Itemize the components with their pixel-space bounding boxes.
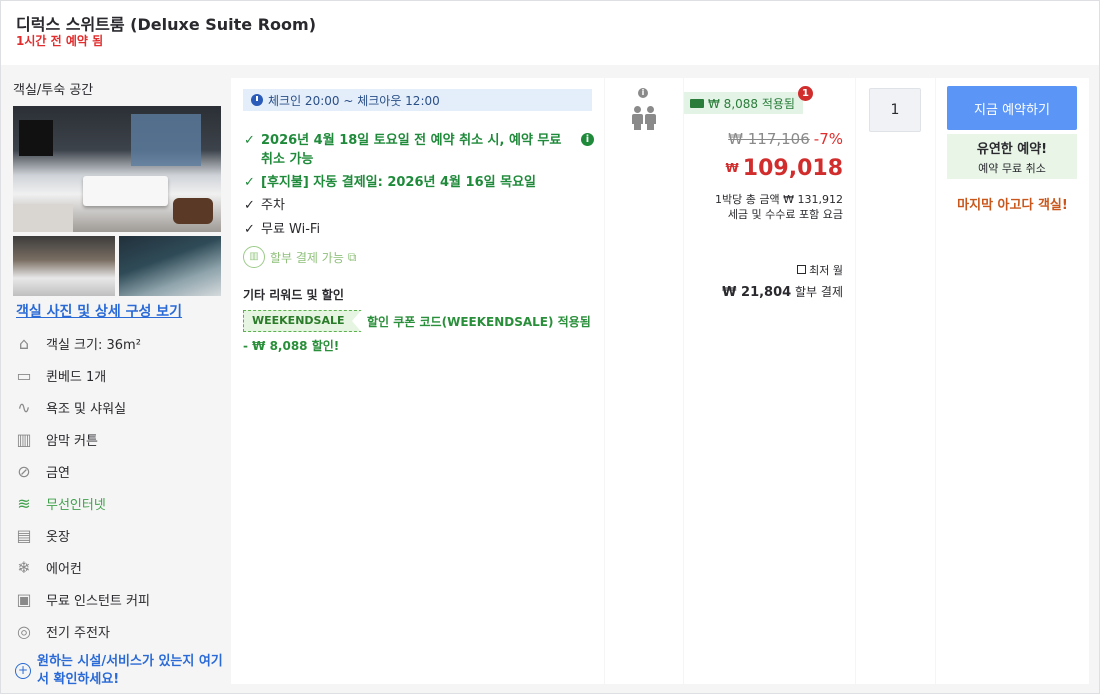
amenity-wifi: ≋ 무선인터넷 — [13, 491, 223, 515]
blackout-curtain-icon: ▥ — [16, 429, 32, 449]
coupon-tag: WEEKENDSALE — [243, 310, 362, 332]
check-icon: ✓ — [244, 175, 255, 190]
wardrobe-icon: ▤ — [16, 525, 32, 545]
quantity-cell: 1 — [856, 78, 935, 684]
current-price: ₩109,018 — [725, 156, 843, 181]
amenity-curtain: ▥ 암막 커튼 — [13, 427, 223, 451]
shower-icon: ∿ — [17, 397, 31, 417]
external-link-icon — [797, 265, 807, 274]
ticket-icon — [690, 98, 704, 108]
discount-amount: - ₩ 8,088 할인! — [243, 339, 340, 353]
book-now-button[interactable]: 지금 예약하기 — [947, 86, 1077, 130]
amenity-bed: ▭ 퀸베드 1개 — [13, 363, 223, 387]
feature-free-cancel: ✓ 2026년 4월 18일 토요일 전 예약 취소 시, 예약 무료 취소 가… — [244, 131, 594, 169]
person-icon — [632, 106, 643, 130]
booking-cell: 지금 예약하기 유연한 예약! 예약 무료 취소 마지막 아고다 객실! — [936, 78, 1089, 684]
price-per-night: 1박당 총 금액 ₩ 131,912 — [715, 193, 843, 206]
room-quantity-select[interactable]: 1 — [869, 88, 921, 132]
count-badge: 1 — [797, 86, 813, 101]
feature-parking: ✓ 주차 — [244, 198, 285, 213]
original-price: ₩ 117,106 -7% — [728, 130, 843, 148]
clock-icon — [251, 94, 263, 106]
feature-pay-later: ✓ [후지불] 자동 결제일: 2026년 4월 16일 목요일 — [244, 175, 536, 190]
discount-applied-badge[interactable]: ₩ 8,088 적용됨 1 — [684, 86, 813, 114]
room-size-icon: ⌂ — [18, 333, 30, 353]
feature-wifi: ✓ 무료 Wi-Fi — [244, 222, 321, 237]
coffee-maker-icon: ▣ — [16, 589, 32, 609]
info-icon[interactable]: i — [581, 133, 594, 146]
check-icon: ✓ — [244, 133, 255, 148]
amenity-shower: ∿ 욕조 및 샤워실 — [13, 395, 223, 419]
room-features-cell: 체크인 20:00 ~ 체크아웃 12:00 ✓ 2026년 4월 18일 토요… — [231, 78, 604, 684]
person-icon — [645, 106, 656, 130]
installment-icon: ▥ — [243, 246, 265, 268]
amenity-coffee: ▣ 무료 인스턴트 커피 — [13, 587, 223, 611]
last-room-notice: 마지막 아고다 객실! — [957, 198, 1068, 213]
amenity-aircon: ❄ 에어컨 — [13, 555, 223, 579]
info-icon[interactable]: i — [638, 88, 648, 98]
recent-booking-notice: 1시간 전 예약 됨 — [16, 34, 104, 48]
room-photos-link[interactable]: 객실 사진 및 상세 구성 보기 — [16, 301, 182, 321]
section-title: 객실/투숙 공간 — [13, 83, 94, 98]
plus-circle-icon: + — [15, 663, 31, 679]
room-photo-main[interactable] — [13, 106, 221, 232]
no-smoking-icon: ⊘ — [17, 461, 31, 481]
wifi-icon: ≋ — [17, 493, 31, 513]
room-photo-thumb[interactable] — [119, 236, 221, 296]
rewards-title: 기타 리워드 및 할인 — [243, 288, 344, 302]
room-header: 디럭스 스위트룸 (Deluxe Suite Room) 1시간 전 예약 됨 — [1, 1, 1099, 65]
price-cell: ₩ 8,088 적용됨 1 ₩ 117,106 -7% ₩109,018 1박당 … — [684, 78, 855, 684]
checkin-banner: 체크인 20:00 ~ 체크아웃 12:00 — [243, 89, 592, 111]
amenity-room-size: ⌂ 객실 크기: 36m² — [13, 331, 223, 355]
occupancy-cell: i — [605, 78, 683, 684]
check-icon: ✓ — [244, 198, 255, 213]
installment-option[interactable]: ▥ 할부 결제 가능 ⧉ — [243, 246, 356, 268]
amenity-kettle: ◎ 전기 주전자 — [13, 619, 223, 643]
flexible-booking-box: 유연한 예약! 예약 무료 취소 — [947, 134, 1077, 179]
installment-price: ₩ 21,804 할부 결제 — [722, 285, 843, 300]
coupon-applied-text: 할인 쿠폰 코드(WEEKENDSALE) 적용됨 — [367, 315, 591, 329]
min-monthly: 최저 월 — [797, 262, 843, 278]
amenity-wardrobe: ▤ 옷장 — [13, 523, 223, 547]
air-conditioner-icon: ❄ — [17, 557, 31, 577]
bed-icon: ▭ — [16, 365, 32, 385]
external-link-icon: ⧉ — [347, 249, 357, 264]
amenity-no-smoking: ⊘ 금연 — [13, 459, 223, 483]
room-photo-thumb[interactable] — [13, 236, 115, 296]
ev-charger-icon: ◎ — [17, 621, 31, 641]
room-info-column: 객실/투숙 공간 객실 사진 및 상세 구성 보기 ⌂ 객실 크기: 36m² … — [1, 65, 230, 693]
amenity-search-link[interactable]: + 원하는 시설/서비스가 있는지 여기서 확인하세요! — [15, 653, 225, 689]
price-tax-note: 세금 및 수수료 포함 요금 — [727, 208, 843, 221]
check-icon: ✓ — [244, 222, 255, 237]
